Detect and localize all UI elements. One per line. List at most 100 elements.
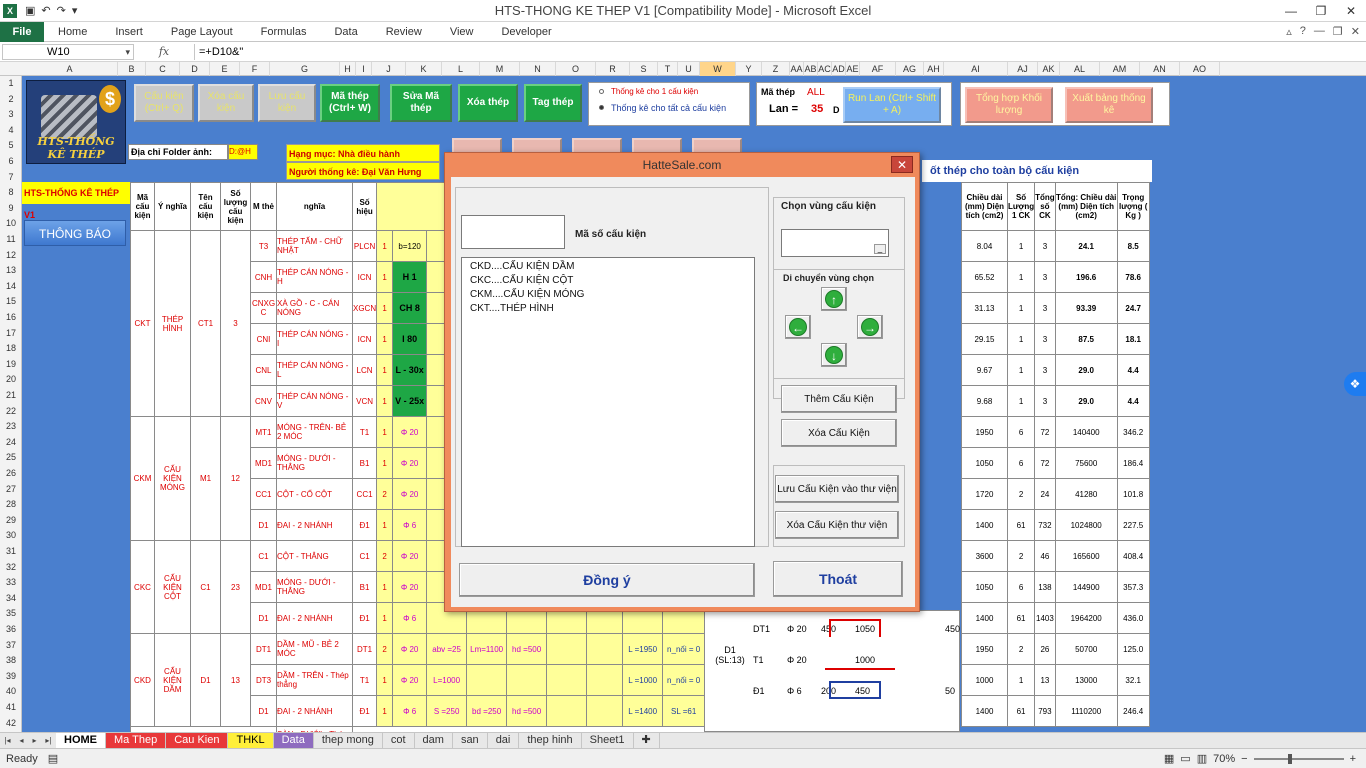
spec-cell[interactable]: CH 8	[392, 292, 428, 324]
nghia-cell[interactable]: MÓNG - DƯỚI - THẲNG	[276, 571, 353, 603]
detail-cell[interactable]: L=1000	[426, 664, 468, 696]
index-cell[interactable]: 1	[376, 602, 394, 634]
column-header[interactable]: AO	[1180, 62, 1220, 76]
summary-cell[interactable]: 9.68	[961, 385, 1008, 417]
summary-cell[interactable]: 41280	[1054, 478, 1118, 510]
column-header[interactable]: J	[372, 62, 406, 76]
index-cell[interactable]: 1	[376, 354, 394, 386]
sheet-tab-thkl[interactable]: THKL	[228, 733, 274, 748]
spec-cell[interactable]: Φ 20	[392, 478, 428, 510]
so-hieu-cell[interactable]: DT1	[351, 633, 378, 665]
row-header[interactable]: 26	[0, 468, 22, 478]
summary-cell[interactable]: 31.13	[961, 292, 1008, 324]
column-header[interactable]: AJ	[1008, 62, 1038, 76]
excel-icon[interactable]: X	[3, 3, 17, 18]
row-header[interactable]: 8	[0, 187, 22, 197]
row-header[interactable]: 13	[0, 265, 22, 275]
ma-thep-cell[interactable]: CNV	[250, 385, 277, 417]
summary-cell[interactable]: 3	[1034, 323, 1056, 355]
workbook-restore-icon[interactable]: ❐	[1333, 25, 1343, 38]
nghia-cell[interactable]: THÉP CÁN NÓNG - I	[276, 323, 353, 355]
row-header[interactable]: 20	[0, 374, 22, 384]
row-header[interactable]: 30	[0, 530, 22, 540]
sheet-tab-dai[interactable]: dai	[488, 733, 520, 748]
so-hieu-cell[interactable]: T1	[351, 664, 378, 696]
spec-cell[interactable]: H 1	[392, 261, 428, 293]
index-cell[interactable]: 1	[376, 292, 394, 324]
row-header[interactable]: 21	[0, 390, 22, 400]
summary-cell[interactable]: 8.5	[1116, 230, 1150, 262]
summary-cell[interactable]: 6	[1006, 447, 1036, 479]
column-header[interactable]: AF	[860, 62, 896, 76]
summary-cell[interactable]: 793	[1034, 695, 1056, 727]
spec-cell[interactable]: Φ 20	[392, 540, 428, 572]
next-sheet-icon[interactable]: ▸	[32, 736, 36, 745]
ma-thep-button[interactable]: Mã thép (Ctrl+ W)	[320, 84, 380, 122]
sheet-tab-san[interactable]: san	[453, 733, 488, 748]
fx-icon[interactable]: fx	[134, 45, 194, 58]
length-cell[interactable]: L =1000	[622, 664, 664, 696]
column-header[interactable]: U	[678, 62, 700, 76]
spec-cell[interactable]: Φ 6	[392, 509, 428, 541]
list-item[interactable]: CKM....CẤU KIỆN MÓNG	[470, 288, 746, 302]
column-header[interactable]: C	[146, 62, 180, 76]
group-meaning-cell[interactable]: THÉP HÌNH	[154, 230, 191, 417]
chon-vung-input[interactable]: _	[781, 229, 889, 257]
zoom-out-icon[interactable]: −	[1241, 753, 1247, 765]
help-icon[interactable]: ?	[1300, 25, 1306, 38]
summary-cell[interactable]: 4.4	[1116, 385, 1150, 417]
length-cell[interactable]: L =1400	[622, 695, 664, 727]
column-header[interactable]: AH	[924, 62, 944, 76]
xuat-bang-thong-ke-button[interactable]: Xuất bảng thống kê	[1065, 87, 1153, 123]
row-header[interactable]: 34	[0, 593, 22, 603]
summary-cell[interactable]: 9.67	[961, 354, 1008, 386]
sheet-tab-thep-hinh[interactable]: thep hinh	[519, 733, 582, 748]
summary-cell[interactable]: 196.6	[1054, 261, 1118, 293]
row-header[interactable]: 42	[0, 718, 22, 728]
summary-cell[interactable]: 4.4	[1116, 354, 1150, 386]
index-cell[interactable]: 1	[376, 509, 394, 541]
ma-thep-cell[interactable]: MT1	[250, 416, 277, 448]
ma-so-input[interactable]	[461, 215, 565, 249]
zoom-level[interactable]: 70%	[1213, 753, 1235, 765]
summary-cell[interactable]: 75600	[1054, 447, 1118, 479]
detail-cell[interactable]: abv =25	[426, 633, 468, 665]
group-meaning-cell[interactable]: CẤU KIỆN CỘT	[154, 540, 191, 634]
nguoi-thong-ke-cell[interactable]: Người thống kê: Đại Văn Hưng	[286, 162, 440, 180]
row-header[interactable]: 36	[0, 624, 22, 634]
column-header[interactable]: Y	[736, 62, 762, 76]
row-header[interactable]: 29	[0, 515, 22, 525]
index-cell[interactable]: 1	[376, 416, 394, 448]
nghia-cell[interactable]: CỘT - CỔ CỘT	[276, 478, 353, 510]
column-header[interactable]: AE	[846, 62, 860, 76]
thong-bao-button[interactable]: THÔNG BÁO	[24, 220, 126, 246]
group-code-cell[interactable]: CKD	[130, 633, 155, 727]
tab-page-layout[interactable]: Page Layout	[157, 26, 247, 38]
nghia-cell[interactable]: ĐAI - 2 NHÁNH	[276, 695, 353, 727]
them-cau-kien-button[interactable]: Thêm Cấu Kiện	[781, 385, 897, 413]
summary-cell[interactable]: 24.7	[1116, 292, 1150, 324]
summary-cell[interactable]: 61	[1006, 695, 1036, 727]
summary-cell[interactable]: 1400	[961, 602, 1008, 634]
page-break-view-icon[interactable]: ▥	[1197, 752, 1207, 765]
nghia-cell[interactable]: THÉP CÁN NÓNG - V	[276, 385, 353, 417]
summary-cell[interactable]: 144900	[1054, 571, 1118, 603]
row-header[interactable]: 40	[0, 686, 22, 696]
tag-thep-button[interactable]: Tag thép	[524, 84, 582, 122]
group-count-cell[interactable]: 3	[220, 230, 251, 417]
luu-thu-vien-button[interactable]: Lưu Cấu Kiện vào thư viện	[775, 475, 899, 503]
summary-cell[interactable]: 186.4	[1116, 447, 1150, 479]
summary-cell[interactable]: 1024800	[1054, 509, 1118, 541]
summary-cell[interactable]: 72	[1034, 416, 1056, 448]
formula-input[interactable]: =+D10&"	[194, 43, 1366, 60]
move-down-button[interactable]: ↓	[821, 343, 847, 367]
spec-cell[interactable]: I 80	[392, 323, 428, 355]
sheet-tab-cot[interactable]: cot	[383, 733, 415, 748]
ma-thep-cell[interactable]: MD1	[250, 571, 277, 603]
so-hieu-cell[interactable]: LCN	[351, 354, 378, 386]
xoa-thep-button[interactable]: Xóa thép	[458, 84, 518, 122]
group-name-cell[interactable]: M1	[190, 416, 221, 541]
column-header[interactable]: AD	[832, 62, 846, 76]
summary-cell[interactable]: 1950	[961, 416, 1008, 448]
index-cell[interactable]: 1	[376, 323, 394, 355]
